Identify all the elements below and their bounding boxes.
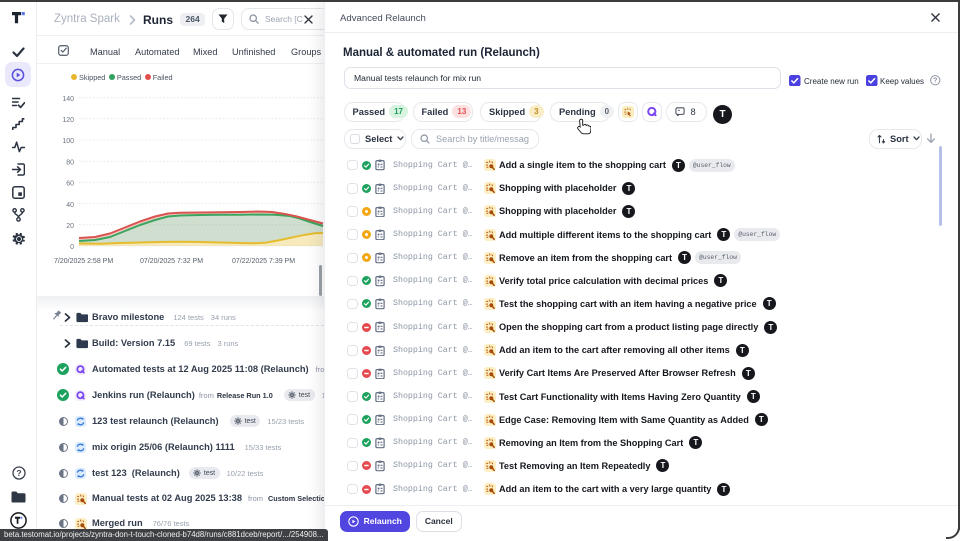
svg-text:?: ? (933, 78, 937, 85)
svg-text:?: ? (16, 468, 21, 478)
